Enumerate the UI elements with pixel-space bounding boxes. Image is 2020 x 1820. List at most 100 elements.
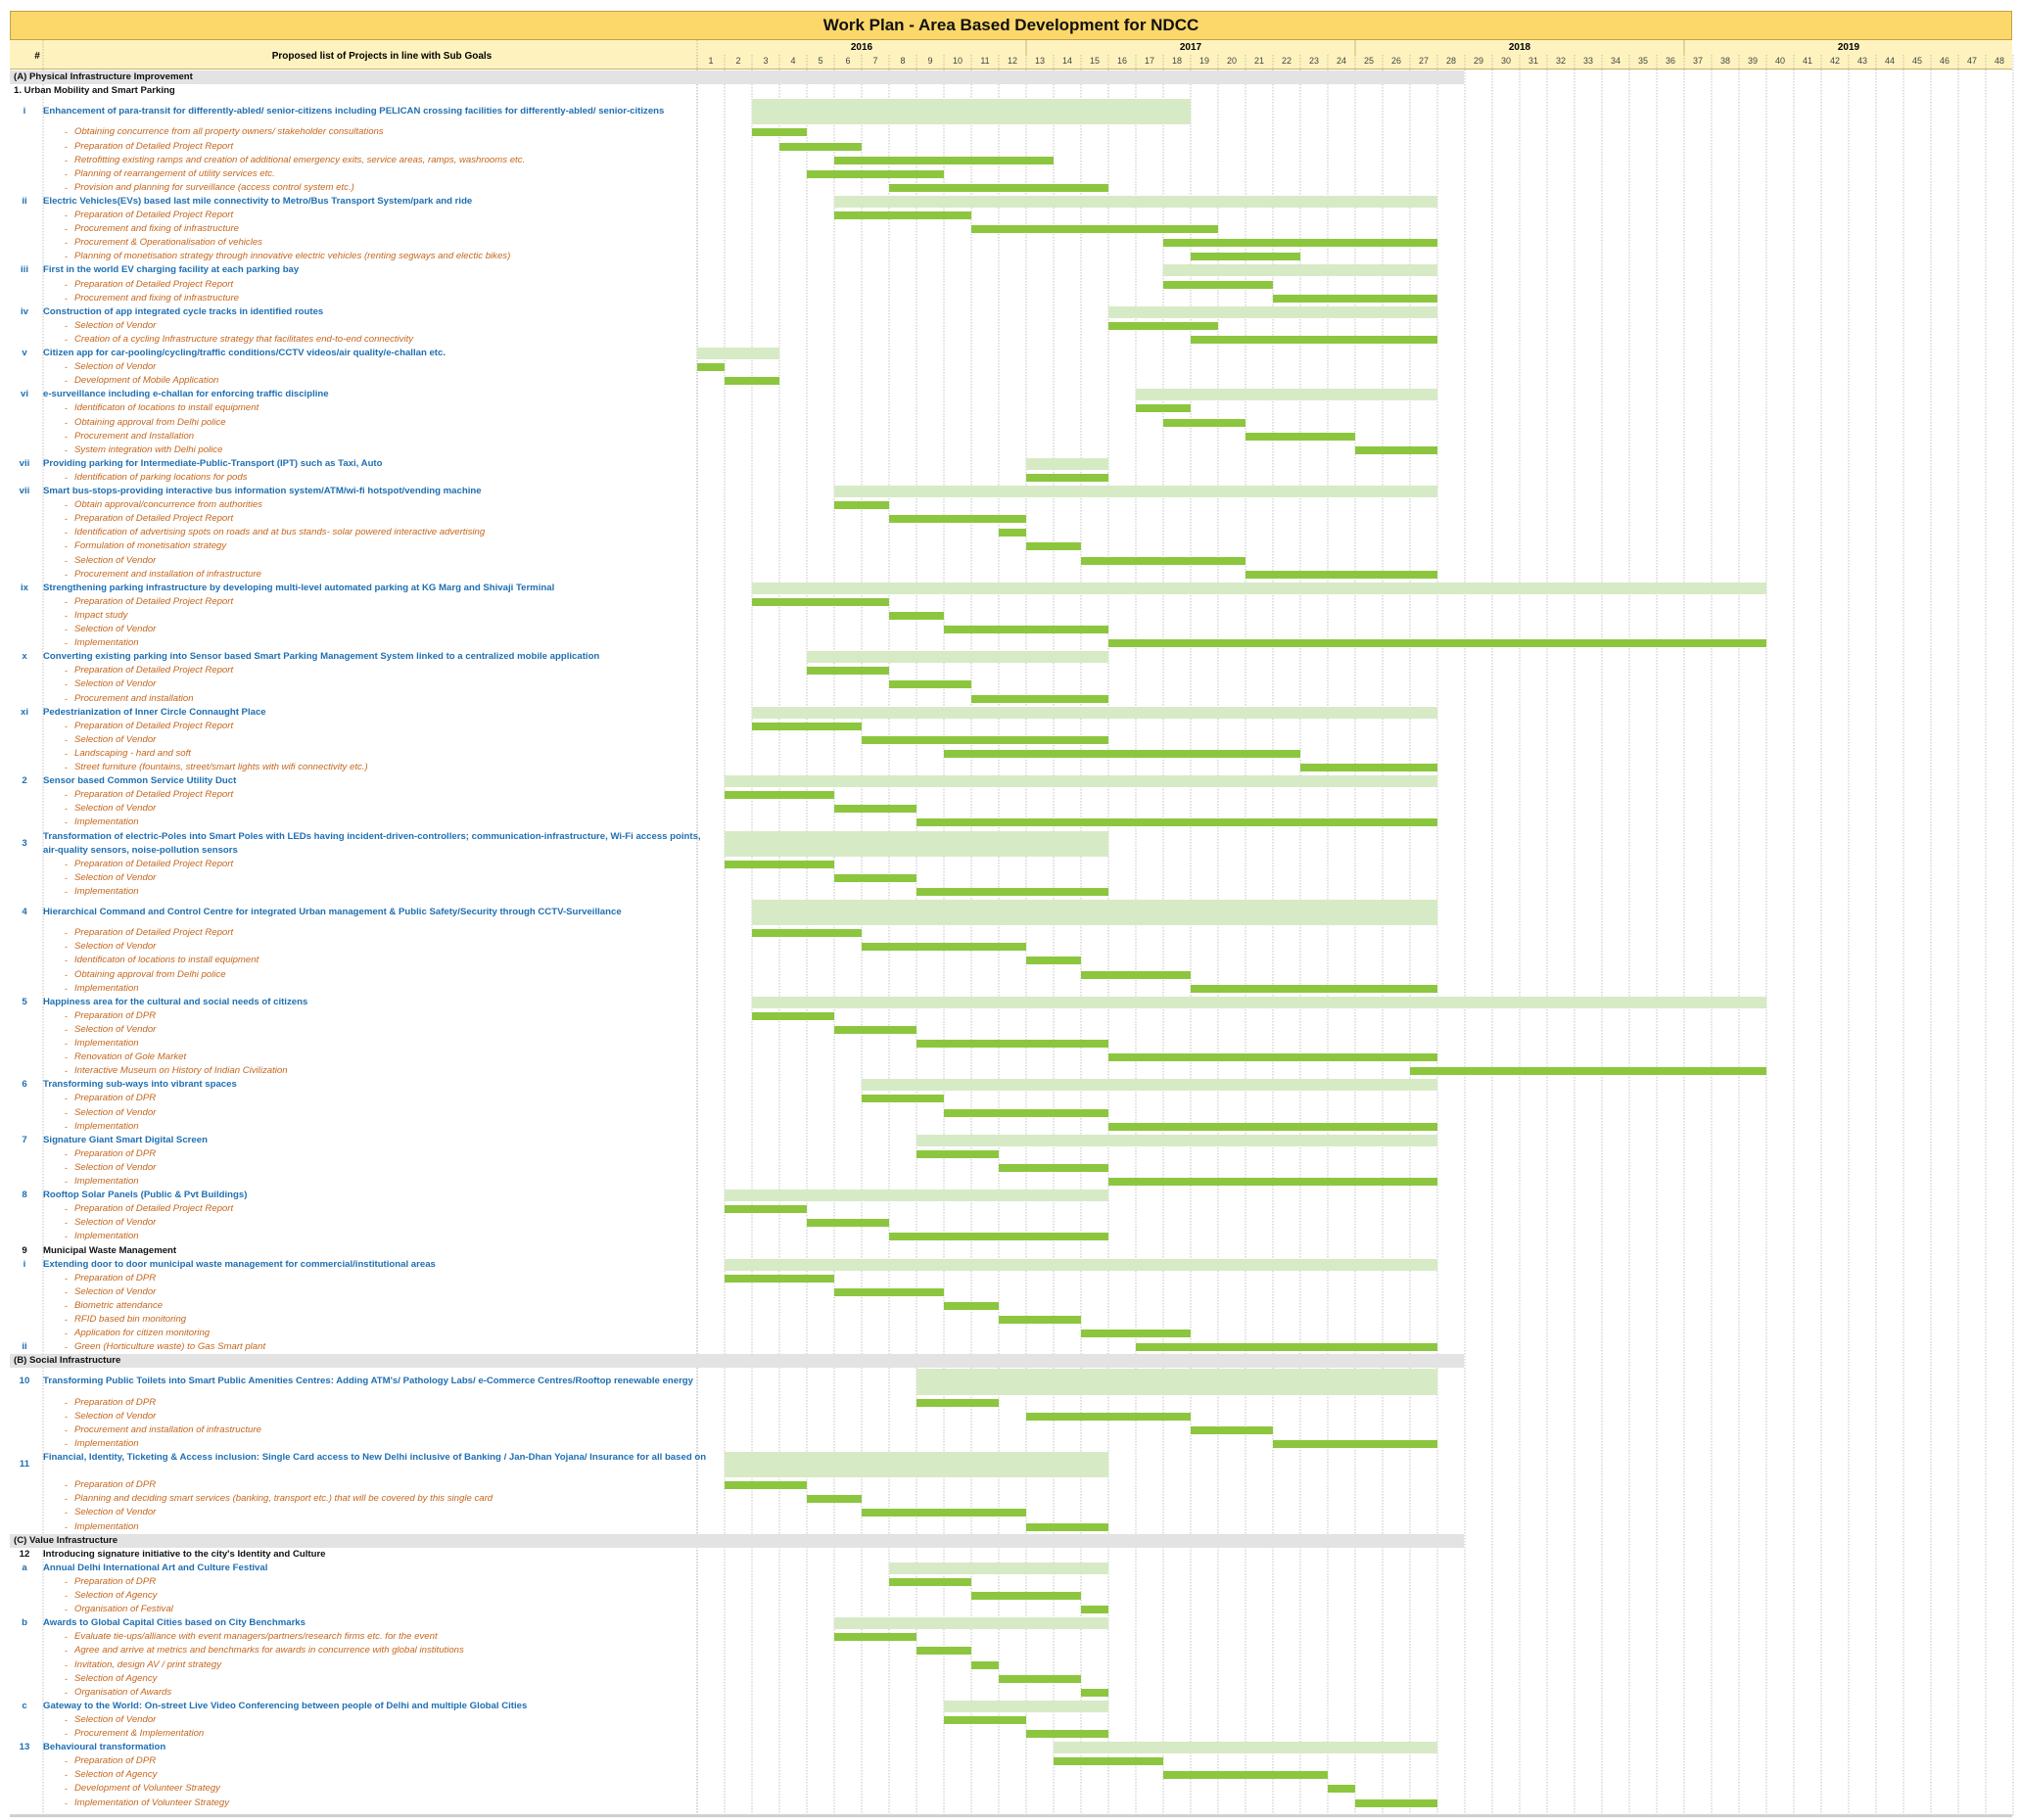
row-label: Planning of monetisation strategy throug… [74,251,511,262]
project-span-bar [1026,457,1108,470]
row-label: Biometric attendance [74,1299,164,1311]
row-label: Preparation of DPR [74,1575,157,1587]
year-label: 2019 [1837,42,1860,53]
task-bullet: - [65,1107,68,1118]
row-label: Interactive Museum on History of Indian … [74,1065,288,1077]
task-bullet: - [65,872,68,883]
task-bar [1081,1688,1108,1697]
month-label: 21 [1253,56,1264,66]
month-label: 38 [1719,56,1730,66]
task-bar [1026,1412,1191,1421]
month-label: 10 [952,56,963,66]
task-bullet: - [65,1797,68,1808]
month-label: 24 [1336,56,1346,66]
project-span-bar [1163,264,1437,277]
task-bar [1026,473,1108,482]
task-bullet: - [65,956,68,966]
task-bar [971,1660,999,1669]
task-bar [916,1398,999,1407]
row-index: 7 [22,1134,27,1145]
task-bullet: - [65,334,68,345]
task-bar [807,1219,889,1228]
task-bullet: - [65,1673,68,1684]
project-span-bar [752,582,1766,594]
task-bullet: - [65,1039,68,1049]
task-bullet: - [65,444,68,455]
index-column-header: # [34,51,40,62]
task-bullet: - [65,1659,68,1670]
task-bullet: - [65,541,68,552]
month-label: 3 [763,56,769,66]
month-label: 5 [818,56,823,66]
row-label: (C) Value Infrastructure [14,1534,118,1546]
task-bullet: - [65,1121,68,1132]
row-label: Construction of app integrated cycle tra… [43,305,324,317]
month-label: 20 [1226,56,1237,66]
row-label: Electric Vehicles(EVs) based last mile c… [43,195,473,207]
row-index: 9 [22,1244,27,1256]
row-label: Obtaining concurrence from all property … [74,126,384,138]
task-bullet: - [65,983,68,994]
row-label: Identification of advertising spots on r… [74,527,486,538]
row-label: Financial, Identity, Ticketing & Access … [43,1452,707,1463]
row-label: Landscaping - hard and soft [74,747,191,759]
task-bar [834,156,1054,164]
month-label: 32 [1555,56,1566,66]
task-bar [1026,1730,1108,1738]
project-span-bar [916,1369,1437,1395]
task-bullet: - [65,1162,68,1173]
row-index: 11 [19,1459,30,1470]
row-label: e-surveillance including e-challan for e… [43,389,329,400]
project-span-bar [807,651,1108,664]
task-bar [971,225,1218,234]
task-bar [944,1108,1108,1117]
month-label: 27 [1418,56,1429,66]
task-bar [834,1287,944,1296]
task-bullet: - [65,1729,68,1739]
task-bar [807,667,889,676]
row-label: Implementation [74,1231,139,1242]
task-bar [834,501,889,510]
row-label: Retrofitting existing ramps and creation… [74,154,526,165]
month-label: 36 [1665,56,1675,66]
task-bullet: - [65,969,68,980]
row-label: Development of Volunteer Strategy [74,1783,220,1795]
row-label: Providing parking for Intermediate-Publi… [43,457,383,469]
row-label: Implementation [74,817,139,828]
task-bullet: - [65,1204,68,1215]
task-bar [779,142,862,151]
work-plan-sheet: Work Plan - Area Based Development for N… [0,0,2020,1820]
task-bar [1355,445,1437,454]
row-label: Organisation of Awards [74,1686,172,1698]
task-bullet: - [65,1273,68,1283]
month-label: 14 [1061,56,1072,66]
row-index: 3 [22,837,27,849]
project-span-bar [1136,389,1437,401]
row-label: Preparation of Detailed Project Report [74,1203,234,1215]
project-span-bar [725,1190,1108,1202]
row-label: Selection of Vendor [74,1285,157,1297]
task-bullet: - [65,1300,68,1311]
task-bar [1081,1606,1108,1614]
row-label: Preparation of Detailed Project Report [74,720,234,731]
row-label: Selection of Vendor [74,1217,157,1229]
project-span-bar [697,348,779,360]
row-index: i [23,1258,26,1270]
year-label: 2018 [1508,42,1531,53]
task-bar [1191,1425,1273,1434]
task-bar [889,515,1026,524]
month-label: 6 [845,56,851,66]
task-bar [752,722,862,730]
row-label: Procurement and installation [74,692,194,704]
task-bar [834,1025,916,1034]
row-label: Selection of Vendor [74,1410,157,1422]
task-bar [944,1301,999,1310]
task-bar [1191,253,1300,261]
row-index: ix [20,582,28,593]
row-label: Identification of parking locations for … [74,471,248,483]
row-label: Preparation of DPR [74,1147,157,1159]
task-bar [725,1205,807,1214]
month-label: 1 [708,56,714,66]
task-bullet: - [65,1591,68,1601]
task-bar [1300,764,1437,771]
